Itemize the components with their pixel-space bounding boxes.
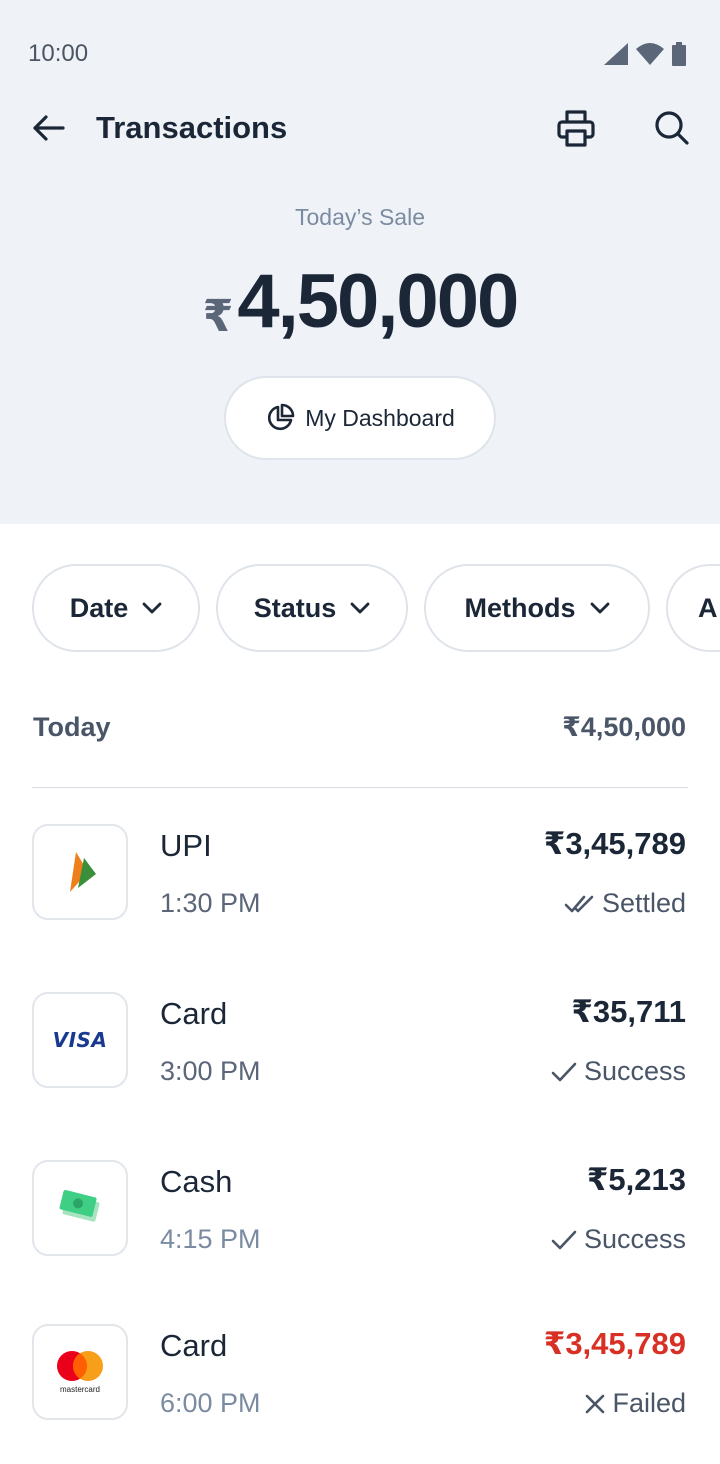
status-label: Success <box>583 1224 686 1254</box>
transaction-amount: ₹3,45,789 <box>543 1326 686 1361</box>
search-icon <box>655 111 689 145</box>
status-label: Failed <box>612 1388 686 1418</box>
back-button[interactable] <box>28 108 68 148</box>
transaction-time: 1:30 PM <box>160 888 261 918</box>
search-button[interactable] <box>648 104 696 152</box>
transaction-status: Settled <box>564 888 686 919</box>
payment-method: UPI <box>160 828 212 863</box>
status-label: Settled <box>601 888 686 918</box>
chevron-down-icon <box>142 602 162 614</box>
upi-icon <box>70 852 96 892</box>
battery-icon <box>672 42 686 66</box>
divider <box>32 787 688 788</box>
transaction-row[interactable]: VISA Card 3:00 PM ₹35,711 Success <box>0 992 720 1112</box>
transaction-time: 3:00 PM <box>160 1056 261 1086</box>
transaction-amount: ₹35,711 <box>571 994 686 1029</box>
sale-value: 4,50,000 <box>237 259 519 344</box>
cellular-signal-icon <box>604 43 628 65</box>
cash-logo <box>32 1160 128 1256</box>
transaction-row[interactable]: UPI 1:30 PM ₹3,45,789 Settled <box>0 824 720 944</box>
filter-chip-label: Date <box>69 592 129 623</box>
page-title: Transactions <box>96 110 288 145</box>
todays-sale-amount: ₹4,50,000 <box>0 258 720 345</box>
payment-method: Cash <box>160 1164 233 1199</box>
payment-method: Card <box>160 996 228 1031</box>
pie-chart-icon <box>268 403 295 431</box>
wifi-icon <box>636 43 664 65</box>
filter-chip-more[interactable]: A <box>666 564 720 652</box>
mastercard-circles-icon <box>57 1351 103 1381</box>
printer-icon <box>557 110 595 147</box>
transaction-row[interactable]: Cash 4:15 PM ₹5,213 Success <box>0 1160 720 1280</box>
visa-logo: VISA <box>32 992 128 1088</box>
transaction-status: Failed <box>584 1388 686 1419</box>
check-icon <box>551 1230 577 1249</box>
my-dashboard-label: My Dashboard <box>305 404 455 431</box>
transaction-row[interactable]: mastercard Card 6:00 PM ₹3,45,789 Failed <box>0 1324 720 1444</box>
status-icons <box>604 42 686 66</box>
group-total: ₹4,50,000 <box>562 712 686 742</box>
currency-symbol: ₹ <box>202 292 234 341</box>
group-label: Today <box>33 712 111 742</box>
arrow-left-icon <box>33 115 65 141</box>
filter-chip-label: A <box>698 592 718 623</box>
filter-chip-status[interactable]: Status <box>216 564 408 652</box>
status-label: Success <box>583 1056 686 1086</box>
mastercard-mark: mastercard <box>52 1349 108 1395</box>
print-button[interactable] <box>552 104 600 152</box>
check-icon <box>551 1062 577 1081</box>
filter-chip-label: Methods <box>464 592 576 623</box>
transaction-status: Success <box>550 1224 686 1255</box>
chevron-down-icon <box>590 602 609 614</box>
mastercard-logo-text: mastercard <box>59 1385 100 1394</box>
transaction-status: Success <box>550 1056 686 1087</box>
double-check-icon <box>564 895 594 912</box>
filter-chip-label: Status <box>253 592 337 623</box>
cash-icon <box>59 1190 100 1222</box>
my-dashboard-button[interactable]: My Dashboard <box>224 376 496 460</box>
upi-logo <box>32 824 128 920</box>
todays-sale-label: Today’s Sale <box>295 204 425 230</box>
filter-chip-date[interactable]: Date <box>32 564 200 652</box>
cross-icon <box>586 1394 605 1413</box>
transaction-amount: ₹3,45,789 <box>543 826 686 861</box>
filter-chip-methods[interactable]: Methods <box>424 564 650 652</box>
visa-logo-text: VISA <box>52 1028 108 1052</box>
mastercard-logo: mastercard <box>32 1324 128 1420</box>
payment-method: Card <box>160 1328 228 1363</box>
status-time: 10:00 <box>28 40 89 67</box>
transaction-time: 4:15 PM <box>160 1224 261 1254</box>
chevron-down-icon <box>350 602 370 614</box>
transaction-amount: ₹5,213 <box>586 1162 686 1197</box>
header-panel: 10:00 Transactions Today’s Sale ₹4,50,00… <box>0 0 720 524</box>
transaction-time: 6:00 PM <box>160 1388 261 1418</box>
